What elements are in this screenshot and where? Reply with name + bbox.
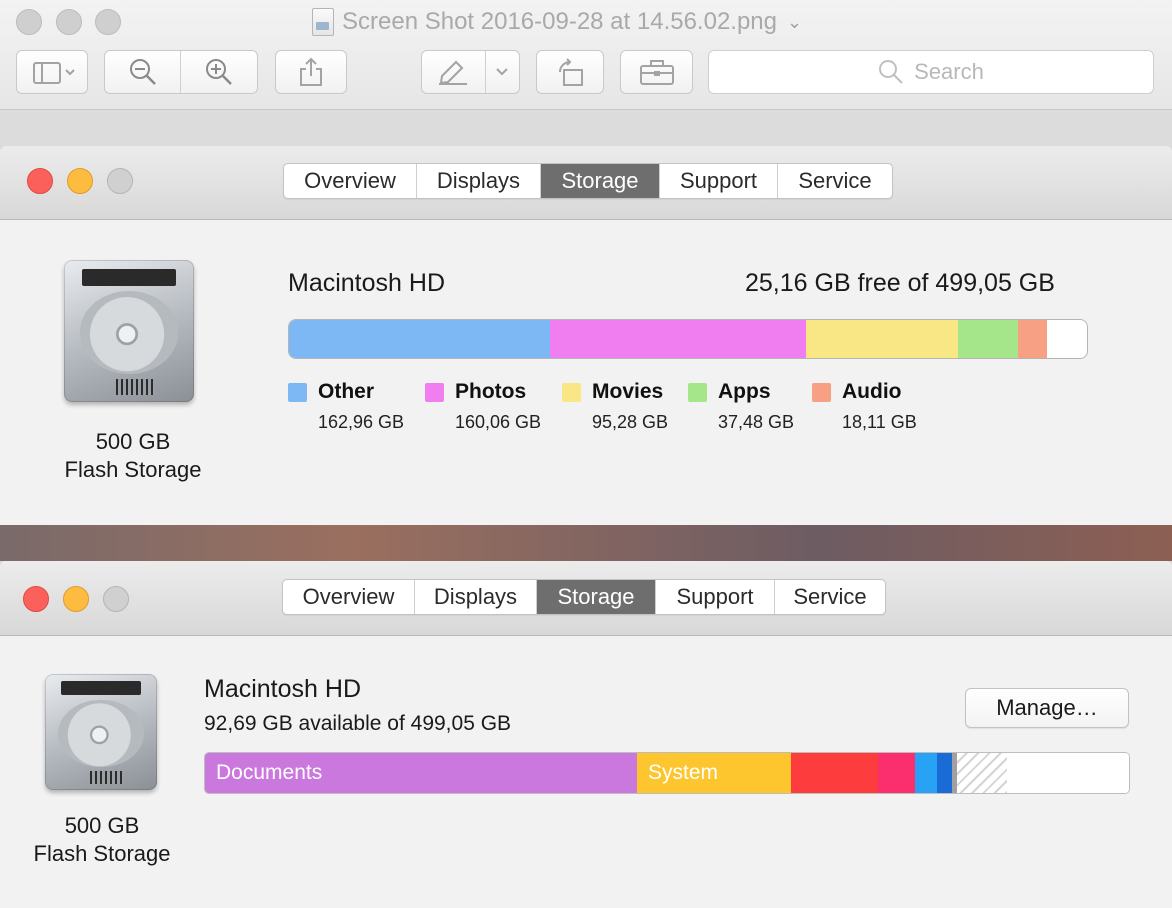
legend-label: Apps [718, 380, 771, 403]
tab-storage[interactable]: Storage [537, 580, 656, 614]
window-titlebar: Overview Displays Storage Support Servic… [0, 561, 1172, 636]
tab-displays[interactable]: Displays [417, 164, 541, 198]
zoom-button-group [104, 50, 258, 94]
png-document-icon [312, 8, 334, 36]
usage-segment[interactable] [878, 753, 915, 793]
legend-swatch [688, 383, 707, 402]
disk-type: Flash Storage [33, 841, 171, 866]
usage-segment-photos [549, 320, 806, 358]
tab-support[interactable]: Support [660, 164, 778, 198]
hard-drive-icon [45, 674, 157, 790]
chevron-down-icon [496, 68, 509, 76]
usage-segment[interactable] [937, 753, 952, 793]
legend-swatch [562, 383, 581, 402]
legend-size: 95,28 GB [592, 412, 669, 432]
segment-label: Documents [216, 761, 323, 784]
segment-label: System [648, 761, 719, 784]
zoom-out-button[interactable] [105, 51, 181, 93]
legend-size: 37,48 GB [718, 412, 795, 432]
markup-button[interactable] [422, 51, 486, 93]
window-titlebar: Overview Displays Storage Support Servic… [0, 146, 1172, 220]
legend-size: 18,11 GB [842, 412, 917, 432]
toolbox-button[interactable] [620, 50, 693, 94]
legend-label: Movies [592, 380, 664, 403]
usage-segment-system[interactable]: System [637, 753, 791, 793]
volume-name: Macintosh HD [204, 675, 361, 703]
share-button[interactable] [275, 50, 347, 94]
minimize-window-button[interactable] [67, 168, 93, 194]
tab-displays[interactable]: Displays [415, 580, 537, 614]
toolbox-icon [639, 60, 674, 85]
search-placeholder: Search [914, 59, 984, 84]
share-icon [300, 57, 322, 86]
legend-size: 160,06 GB [455, 412, 542, 432]
minimize-window-button[interactable] [63, 586, 89, 612]
disk-caption: 500 GB Flash Storage [10, 812, 194, 868]
document-title[interactable]: Screen Shot 2016-09-28 at 14.56.02.png ⌄ [312, 4, 802, 40]
close-window-button[interactable] [16, 9, 42, 35]
preview-canvas-background [0, 110, 1172, 146]
hard-drive-icon [64, 260, 194, 402]
tab-support[interactable]: Support [656, 580, 775, 614]
desktop-background-strip [0, 525, 1172, 561]
legend-swatch [812, 383, 831, 402]
usage-segment-documents[interactable]: Documents [205, 753, 637, 793]
legend-swatch [288, 383, 307, 402]
document-title-text: Screen Shot 2016-09-28 at 14.56.02.png [342, 8, 777, 35]
zoom-window-button[interactable] [103, 586, 129, 612]
usage-segment[interactable] [1007, 753, 1129, 793]
about-this-mac-window-2: Overview Displays Storage Support Servic… [0, 561, 1172, 908]
about-this-mac-window-1: Overview Displays Storage Support Servic… [0, 146, 1172, 525]
zoom-window-button[interactable] [107, 168, 133, 194]
zoom-in-icon [206, 59, 232, 85]
storage-usage-bar: Documents System [204, 752, 1130, 794]
search-icon [879, 60, 903, 84]
usage-segment[interactable] [791, 753, 878, 793]
zoom-window-button[interactable] [95, 9, 121, 35]
search-input[interactable]: Search [708, 50, 1154, 94]
legend-size: 162,96 GB [318, 412, 405, 432]
tab-overview[interactable]: Overview [284, 164, 417, 198]
rotate-button[interactable] [536, 50, 604, 94]
disk-capacity: 500 GB [64, 813, 140, 838]
usage-segment[interactable] [957, 753, 1007, 793]
tab-overview[interactable]: Overview [283, 580, 415, 614]
sidebar-toggle-button[interactable] [16, 50, 88, 94]
usage-segment[interactable] [915, 753, 937, 793]
volume-name: Macintosh HD [288, 269, 445, 297]
usage-segment-movies [805, 320, 958, 358]
usage-segment-apps [957, 320, 1018, 358]
disk-capacity: 500 GB [95, 429, 171, 454]
sidebar-icon [33, 62, 75, 84]
tab-service[interactable]: Service [778, 164, 892, 198]
storage-usage-bar [288, 319, 1088, 359]
usage-segment-audio [1017, 320, 1047, 358]
legend-label: Other [318, 380, 375, 403]
volume-free-space: 25,16 GB free of 499,05 GB [745, 269, 1055, 297]
close-window-button[interactable] [27, 168, 53, 194]
legend-label: Audio [842, 380, 902, 403]
tab-storage[interactable]: Storage [541, 164, 660, 198]
zoom-out-icon [129, 59, 156, 85]
zoom-in-button[interactable] [181, 51, 257, 93]
disk-type: Flash Storage [64, 457, 202, 482]
volume-available-space: 92,69 GB available of 499,05 GB [204, 712, 512, 735]
tab-service[interactable]: Service [775, 580, 885, 614]
usage-segment-other [289, 320, 550, 358]
rotate-icon [559, 58, 583, 86]
markup-menu-button[interactable] [486, 51, 519, 93]
legend-label: Photos [455, 380, 527, 403]
preview-toolbar: Screen Shot 2016-09-28 at 14.56.02.png ⌄ [0, 0, 1172, 110]
minimize-window-button[interactable] [56, 9, 82, 35]
tab-segmented-control: Overview Displays Storage Support Servic… [282, 579, 886, 615]
close-window-button[interactable] [23, 586, 49, 612]
legend-swatch [425, 383, 444, 402]
markup-pen-icon [439, 60, 468, 85]
markup-button-group [421, 50, 520, 94]
chevron-down-icon: ⌄ [787, 11, 803, 32]
storage-legend: Other 162,96 GB Photos 160,06 GB Movies 95,28… [288, 380, 988, 442]
manage-button[interactable]: Manage… [965, 688, 1129, 728]
disk-caption: 500 GB Flash Storage [40, 428, 226, 484]
tab-segmented-control: Overview Displays Storage Support Servic… [283, 163, 893, 199]
